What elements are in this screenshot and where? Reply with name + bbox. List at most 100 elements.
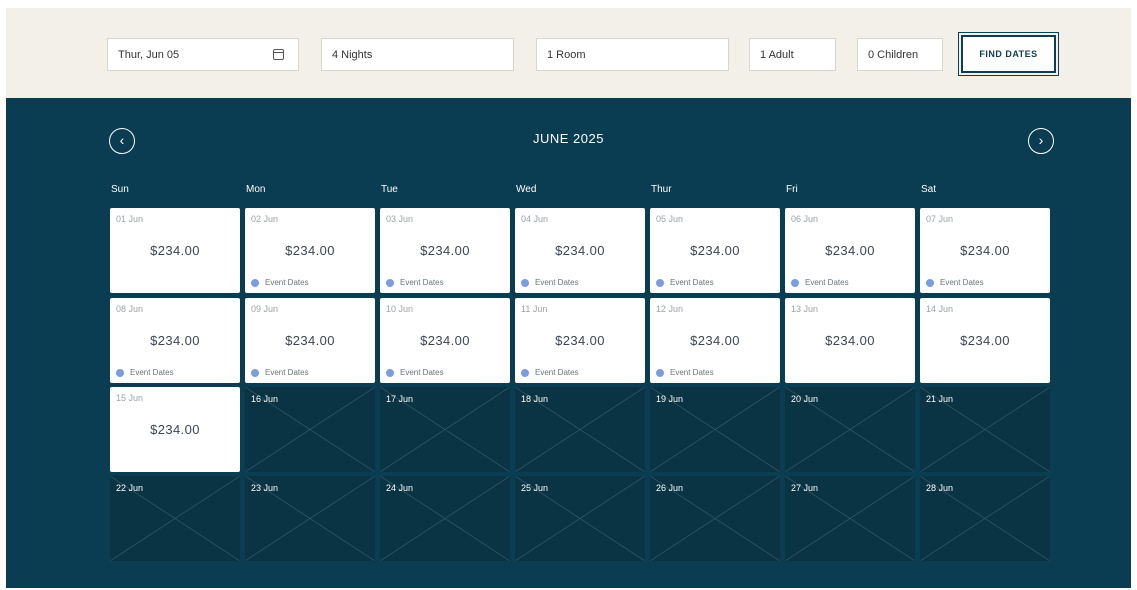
day-cell-available[interactable]: 15 Jun $234.00 bbox=[110, 387, 240, 472]
day-date: 16 Jun bbox=[251, 394, 279, 404]
calendar-icon[interactable] bbox=[273, 49, 284, 60]
event-label: Event Dates bbox=[670, 368, 714, 377]
day-cell-unavailable: 18 Jun bbox=[515, 387, 645, 472]
day-price: $234.00 bbox=[150, 333, 200, 348]
rooms-select[interactable]: 1 Room bbox=[536, 38, 729, 71]
weekday-label: Mon bbox=[246, 184, 266, 195]
weekday-label: Thur bbox=[651, 184, 672, 195]
day-cell-available[interactable]: 02 Jun $234.00 Event Dates bbox=[245, 208, 375, 293]
event-indicator: Event Dates bbox=[521, 278, 579, 287]
day-date: 09 Jun bbox=[251, 304, 279, 314]
check-in-date-value: Thur, Jun 05 bbox=[118, 48, 180, 61]
event-label: Event Dates bbox=[265, 278, 309, 287]
weekday-label: Fri bbox=[786, 184, 798, 195]
day-price: $234.00 bbox=[150, 243, 200, 258]
day-price: $234.00 bbox=[420, 333, 470, 348]
day-date: 02 Jun bbox=[251, 214, 279, 224]
day-cell-available[interactable]: 04 Jun $234.00 Event Dates bbox=[515, 208, 645, 293]
check-in-date-field[interactable]: Thur, Jun 05 bbox=[107, 38, 299, 71]
day-cell-unavailable: 28 Jun bbox=[920, 476, 1050, 561]
day-cell-unavailable: 26 Jun bbox=[650, 476, 780, 561]
day-date: 25 Jun bbox=[521, 483, 549, 493]
adults-value: 1 Adult bbox=[760, 48, 794, 61]
event-dot-icon bbox=[926, 278, 934, 287]
day-cell-available[interactable]: 03 Jun $234.00 Event Dates bbox=[380, 208, 510, 293]
day-price: $234.00 bbox=[960, 243, 1010, 258]
find-dates-button[interactable]: FIND DATES bbox=[958, 32, 1059, 76]
day-cell-unavailable: 22 Jun bbox=[110, 476, 240, 561]
event-indicator: Event Dates bbox=[251, 368, 309, 377]
day-date: 07 Jun bbox=[926, 214, 954, 224]
day-date: 28 Jun bbox=[926, 483, 954, 493]
event-label: Event Dates bbox=[400, 278, 444, 287]
day-cell-unavailable: 19 Jun bbox=[650, 387, 780, 472]
event-dot-icon bbox=[656, 368, 664, 377]
day-date: 08 Jun bbox=[116, 304, 144, 314]
event-label: Event Dates bbox=[805, 278, 849, 287]
day-cell-available[interactable]: 12 Jun $234.00 Event Dates bbox=[650, 298, 780, 383]
day-cell-available[interactable]: 09 Jun $234.00 Event Dates bbox=[245, 298, 375, 383]
event-label: Event Dates bbox=[535, 368, 579, 377]
day-cell-available[interactable]: 06 Jun $234.00 Event Dates bbox=[785, 208, 915, 293]
day-cell-available[interactable]: 05 Jun $234.00 Event Dates bbox=[650, 208, 780, 293]
event-dot-icon bbox=[791, 278, 799, 287]
day-price: $234.00 bbox=[555, 243, 605, 258]
weekday-label: Sun bbox=[111, 184, 129, 195]
children-value: 0 Children bbox=[868, 48, 919, 61]
day-date: 21 Jun bbox=[926, 394, 954, 404]
day-cell-available[interactable]: 14 Jun $234.00 bbox=[920, 298, 1050, 383]
event-indicator: Event Dates bbox=[386, 278, 444, 287]
event-label: Event Dates bbox=[130, 368, 174, 377]
day-price: $234.00 bbox=[690, 333, 740, 348]
day-cell-available[interactable]: 07 Jun $234.00 Event Dates bbox=[920, 208, 1050, 293]
day-date: 04 Jun bbox=[521, 214, 549, 224]
day-cell-available[interactable]: 11 Jun $234.00 Event Dates bbox=[515, 298, 645, 383]
event-label: Event Dates bbox=[670, 278, 714, 287]
weekday-label: Sat bbox=[921, 184, 937, 195]
event-label: Event Dates bbox=[265, 368, 309, 377]
children-select[interactable]: 0 Children bbox=[857, 38, 943, 71]
event-dot-icon bbox=[251, 278, 259, 287]
day-price: $234.00 bbox=[285, 243, 335, 258]
day-price: $234.00 bbox=[285, 333, 335, 348]
day-price: $234.00 bbox=[825, 333, 875, 348]
day-date: 22 Jun bbox=[116, 483, 144, 493]
day-cell-available[interactable]: 10 Jun $234.00 Event Dates bbox=[380, 298, 510, 383]
search-bar: Thur, Jun 05 4 Nights 1 Room 1 Adult 0 C… bbox=[6, 8, 1131, 98]
day-date: 15 Jun bbox=[116, 393, 144, 403]
event-label: Event Dates bbox=[940, 278, 984, 287]
event-indicator: Event Dates bbox=[386, 368, 444, 377]
day-price: $234.00 bbox=[150, 422, 200, 437]
event-indicator: Event Dates bbox=[926, 278, 984, 287]
day-date: 18 Jun bbox=[521, 394, 549, 404]
nights-select[interactable]: 4 Nights bbox=[321, 38, 514, 71]
day-cell-unavailable: 16 Jun bbox=[245, 387, 375, 472]
day-cell-unavailable: 23 Jun bbox=[245, 476, 375, 561]
day-date: 24 Jun bbox=[386, 483, 414, 493]
day-price: $234.00 bbox=[690, 243, 740, 258]
event-indicator: Event Dates bbox=[656, 368, 714, 377]
weekday-label: Wed bbox=[516, 184, 537, 195]
adults-select[interactable]: 1 Adult bbox=[749, 38, 836, 71]
day-date: 20 Jun bbox=[791, 394, 819, 404]
day-date: 19 Jun bbox=[656, 394, 684, 404]
event-indicator: Event Dates bbox=[116, 368, 174, 377]
event-dot-icon bbox=[521, 278, 529, 287]
day-cell-available[interactable]: 01 Jun $234.00 bbox=[110, 208, 240, 293]
event-dot-icon bbox=[116, 368, 124, 377]
day-date: 01 Jun bbox=[116, 214, 144, 224]
event-dot-icon bbox=[521, 368, 529, 377]
nights-value: 4 Nights bbox=[332, 48, 373, 61]
day-date: 05 Jun bbox=[656, 214, 684, 224]
day-date: 12 Jun bbox=[656, 304, 684, 314]
day-cell-available[interactable]: 08 Jun $234.00 Event Dates bbox=[110, 298, 240, 383]
day-price: $234.00 bbox=[825, 243, 875, 258]
day-price: $234.00 bbox=[555, 333, 605, 348]
day-cell-unavailable: 27 Jun bbox=[785, 476, 915, 561]
day-cell-available[interactable]: 13 Jun $234.00 bbox=[785, 298, 915, 383]
day-price: $234.00 bbox=[960, 333, 1010, 348]
next-month-button[interactable]: › bbox=[1028, 128, 1054, 154]
event-dot-icon bbox=[386, 368, 394, 377]
day-date: 17 Jun bbox=[386, 394, 414, 404]
calendar-panel: ‹ JUNE 2025 › Sun Mon Tue Wed Thur Fri Sat 01 … bbox=[6, 98, 1131, 588]
